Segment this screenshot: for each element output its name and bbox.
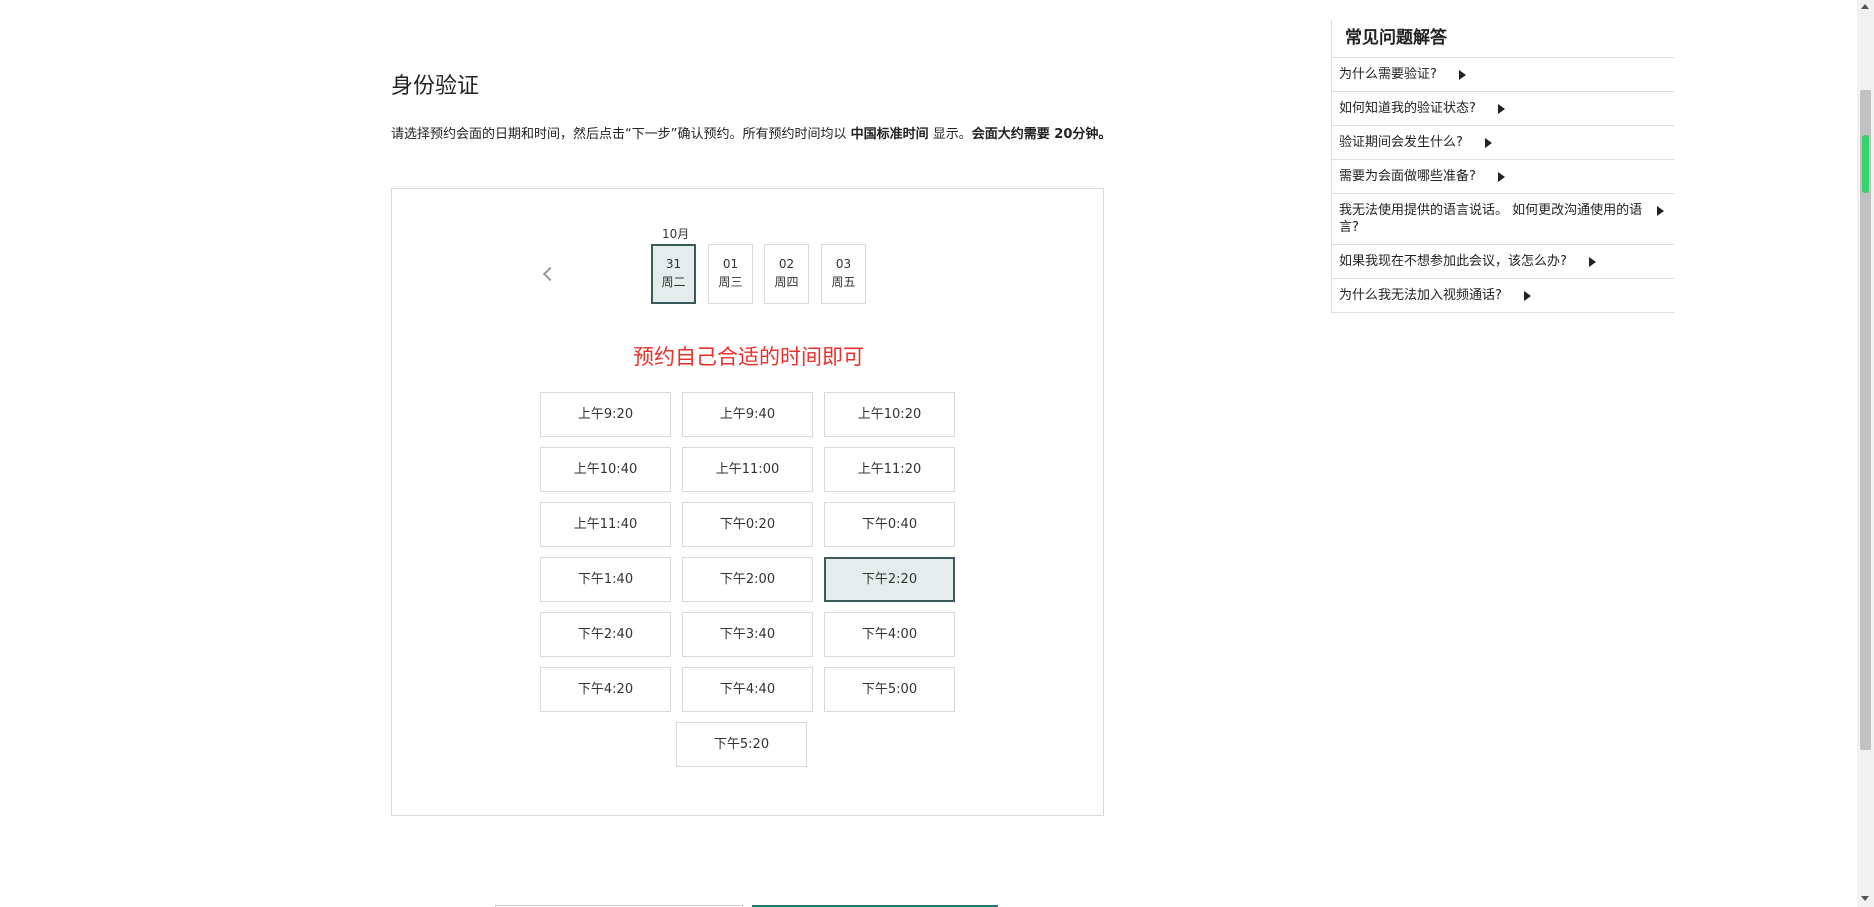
- faq-item[interactable]: 为什么我无法加入视频通话?: [1332, 279, 1674, 313]
- intro-timezone: 中国标准时间: [850, 127, 929, 142]
- faq-question: 验证期间会发生什么?: [1339, 135, 1463, 150]
- time-slot[interactable]: 下午5:20: [676, 722, 807, 767]
- day-date: 02: [778, 257, 795, 271]
- intro-duration: 会面大约需要 20分钟。: [971, 127, 1112, 142]
- time-slot[interactable]: 上午10:20: [824, 392, 955, 437]
- triangle-right-icon: [1523, 290, 1531, 301]
- page-title: 身份验证: [391, 74, 480, 99]
- intro-prefix: 请选择预约会面的日期和时间，然后点击“下一步”确认预约。所有预约时间均以: [391, 127, 851, 142]
- day-date: 31: [665, 257, 682, 271]
- time-slot[interactable]: 下午0:20: [682, 502, 813, 547]
- time-slot[interactable]: 下午0:40: [824, 502, 955, 547]
- triangle-right-icon: [1484, 137, 1492, 148]
- faq-item[interactable]: 如果我现在不想参加此会议，该怎么办?: [1332, 245, 1674, 279]
- time-slot[interactable]: 下午5:00: [824, 667, 955, 712]
- time-slot[interactable]: 上午11:00: [682, 447, 813, 492]
- time-slot[interactable]: 下午4:20: [540, 667, 671, 712]
- time-slot[interactable]: 上午10:40: [540, 447, 671, 492]
- time-slot[interactable]: 下午2:00: [682, 557, 813, 602]
- time-slot[interactable]: 下午2:40: [540, 612, 671, 657]
- page-scrollbar[interactable]: [1857, 0, 1874, 907]
- day-button-01[interactable]: 01 周三: [708, 244, 753, 304]
- day-weekday: 周五: [831, 275, 856, 289]
- intro-text: 请选择预约会面的日期和时间，然后点击“下一步”确认预约。所有预约时间均以 中国标…: [391, 123, 1111, 142]
- day-button-02[interactable]: 02 周四: [764, 244, 809, 304]
- triangle-right-icon: [1588, 256, 1596, 267]
- triangle-right-icon: [1497, 103, 1505, 114]
- time-slot[interactable]: 下午1:40: [540, 557, 671, 602]
- time-slot[interactable]: 上午9:40: [682, 392, 813, 437]
- day-weekday: 周三: [718, 275, 743, 289]
- triangle-right-icon: [1458, 69, 1466, 80]
- faq-item[interactable]: 我无法使用提供的语言说话。 如何更改沟通使用的语言?: [1332, 194, 1674, 245]
- day-weekday: 周四: [774, 275, 799, 289]
- faq-question: 如何知道我的验证状态?: [1339, 101, 1476, 116]
- faq-question: 如果我现在不想参加此会议，该怎么办?: [1339, 254, 1567, 269]
- intro-mid: 显示。: [928, 127, 972, 142]
- booking-notice: 预约自己合适的时间即可: [633, 345, 864, 369]
- scroll-down-icon[interactable]: [1861, 896, 1869, 901]
- faq-panel: 常见问题解答 为什么需要验证? 如何知道我的验证状态? 验证期间会发生什么? 需…: [1331, 20, 1674, 313]
- month-label: 10月: [662, 227, 690, 241]
- day-date: 03: [835, 257, 852, 271]
- faq-item[interactable]: 为什么需要验证?: [1332, 58, 1674, 92]
- triangle-right-icon: [1657, 206, 1664, 216]
- time-slot[interactable]: 下午4:40: [682, 667, 813, 712]
- time-slot[interactable]: 下午4:00: [824, 612, 955, 657]
- time-slot-selected[interactable]: 下午2:20: [824, 557, 955, 602]
- scroll-up-icon[interactable]: [1861, 4, 1869, 9]
- faq-item[interactable]: 需要为会面做哪些准备?: [1332, 160, 1674, 194]
- time-slot[interactable]: 上午11:20: [824, 447, 955, 492]
- faq-question: 我无法使用提供的语言说话。 如何更改沟通使用的语言?: [1339, 203, 1643, 235]
- time-slot[interactable]: 上午11:40: [540, 502, 671, 547]
- day-button-03[interactable]: 03 周五: [821, 244, 866, 304]
- faq-item[interactable]: 如何知道我的验证状态?: [1332, 92, 1674, 126]
- time-slot[interactable]: 上午9:20: [540, 392, 671, 437]
- scroll-marker: [1862, 135, 1869, 193]
- faq-question: 需要为会面做哪些准备?: [1339, 169, 1476, 184]
- time-slot[interactable]: 下午3:40: [682, 612, 813, 657]
- triangle-right-icon: [1497, 171, 1505, 182]
- faq-question: 为什么需要验证?: [1339, 67, 1437, 82]
- day-button-31[interactable]: 31 周二: [651, 244, 696, 304]
- faq-question: 为什么我无法加入视频通话?: [1339, 288, 1502, 303]
- faq-item[interactable]: 验证期间会发生什么?: [1332, 126, 1674, 160]
- day-weekday: 周二: [661, 275, 686, 289]
- faq-title: 常见问题解答: [1332, 20, 1674, 58]
- scheduler-panel: 10月 31 周二 01 周三 02 周四 03 周五 预约自己合适的时间即可 …: [391, 188, 1104, 816]
- chevron-left-icon[interactable]: [540, 265, 558, 283]
- day-date: 01: [722, 257, 739, 271]
